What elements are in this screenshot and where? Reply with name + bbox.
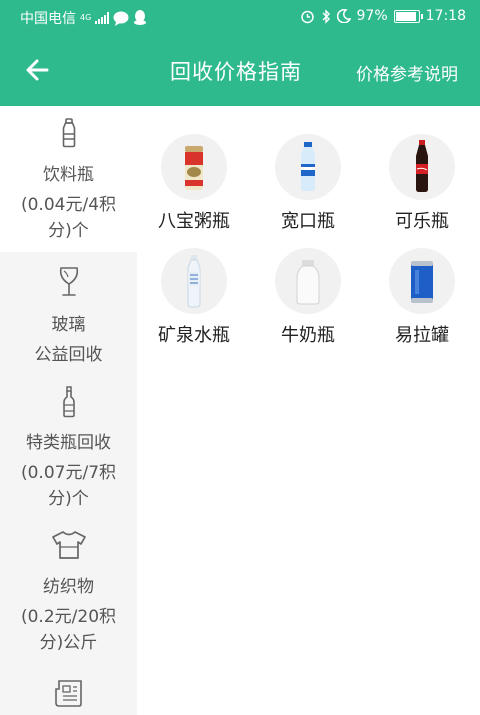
plastic-bottle-icon xyxy=(62,118,75,148)
category-note: 公益回收 xyxy=(34,345,103,365)
arrow-left-icon xyxy=(26,59,49,81)
wine-glass-icon xyxy=(59,267,78,296)
category-label: 玻璃 xyxy=(51,315,86,335)
category-beverage-bottle[interactable]: 饮料瓶 (0.04元/4积 分)个 xyxy=(0,106,137,252)
app-bar: 回收价格指南 价格参考说明 xyxy=(0,34,480,106)
category-unit: 分)公斤 xyxy=(39,633,98,653)
tshirt-icon xyxy=(51,531,86,559)
item-image xyxy=(161,248,227,314)
clock: 17:18 xyxy=(425,8,466,24)
moon-icon xyxy=(336,9,351,23)
item-image xyxy=(389,134,455,200)
item-label: 可乐瓶 xyxy=(395,211,449,232)
bluetooth-icon xyxy=(322,8,330,24)
alarm-icon xyxy=(300,10,314,23)
item-image xyxy=(161,134,227,200)
water-bottle-icon xyxy=(301,142,315,191)
category-label: 特类瓶回收 xyxy=(26,433,111,453)
category-special-bottle[interactable]: 特类瓶回收 (0.07元/7积 分)个 xyxy=(0,376,137,516)
category-paper[interactable] xyxy=(0,666,137,715)
category-price: (0.2元/20积 xyxy=(20,607,117,627)
item-label: 矿泉水瓶 xyxy=(158,325,230,346)
item-label: 八宝粥瓶 xyxy=(158,211,230,232)
category-price: (0.07元/7积 xyxy=(20,463,117,483)
grid-item[interactable]: 宽口瓶 xyxy=(251,134,365,233)
app-header: 中国电信 4G 97% 17:18 回收价格指南 价格参考说明 xyxy=(0,0,480,106)
category-unit: 分)个 xyxy=(48,489,89,509)
status-bar: 中国电信 4G 97% 17:18 xyxy=(0,0,480,34)
milk-bottle-icon xyxy=(296,260,320,305)
soda-can-icon xyxy=(411,261,433,303)
congee-can-icon xyxy=(185,146,203,190)
battery-icon xyxy=(393,9,423,23)
network-type: 4G xyxy=(80,13,92,22)
category-unit: 分)个 xyxy=(48,221,89,241)
newspaper-icon xyxy=(54,680,82,707)
item-label: 牛奶瓶 xyxy=(281,325,335,346)
category-textile[interactable]: 纺织物 (0.2元/20积 分)公斤 xyxy=(0,516,137,666)
category-glass[interactable]: 玻璃 公益回收 xyxy=(0,252,137,376)
item-image xyxy=(275,248,341,314)
glass-bottle-icon xyxy=(62,386,75,418)
back-button[interactable] xyxy=(22,54,54,86)
signal-icon xyxy=(95,12,110,24)
category-sidebar: 饮料瓶 (0.04元/4积 分)个 玻璃 公益回收 特类瓶回收 (0.07元/7… xyxy=(0,106,137,715)
category-price: (0.04元/4积 xyxy=(20,195,117,215)
mineral-water-bottle-icon xyxy=(187,255,201,308)
grid-item[interactable]: 易拉罐 xyxy=(365,248,479,347)
page-title: 回收价格指南 xyxy=(170,60,302,84)
cola-bottle-icon xyxy=(416,140,428,192)
grid-item[interactable]: 矿泉水瓶 xyxy=(137,248,251,347)
grid-item[interactable]: 八宝粥瓶 xyxy=(137,134,251,233)
carrier-name: 中国电信 xyxy=(20,11,76,27)
category-label: 纺织物 xyxy=(43,577,94,597)
item-image xyxy=(389,248,455,314)
price-reference-link[interactable]: 价格参考说明 xyxy=(356,60,458,85)
qq-icon xyxy=(134,10,147,25)
item-label: 宽口瓶 xyxy=(281,211,335,232)
message-icon xyxy=(113,11,129,26)
grid-item[interactable]: 牛奶瓶 xyxy=(251,248,365,347)
category-label: 饮料瓶 xyxy=(43,165,94,185)
item-image xyxy=(275,134,341,200)
grid-item[interactable]: 可乐瓶 xyxy=(365,134,479,233)
battery-percent: 97% xyxy=(356,8,388,24)
item-label: 易拉罐 xyxy=(395,325,449,346)
